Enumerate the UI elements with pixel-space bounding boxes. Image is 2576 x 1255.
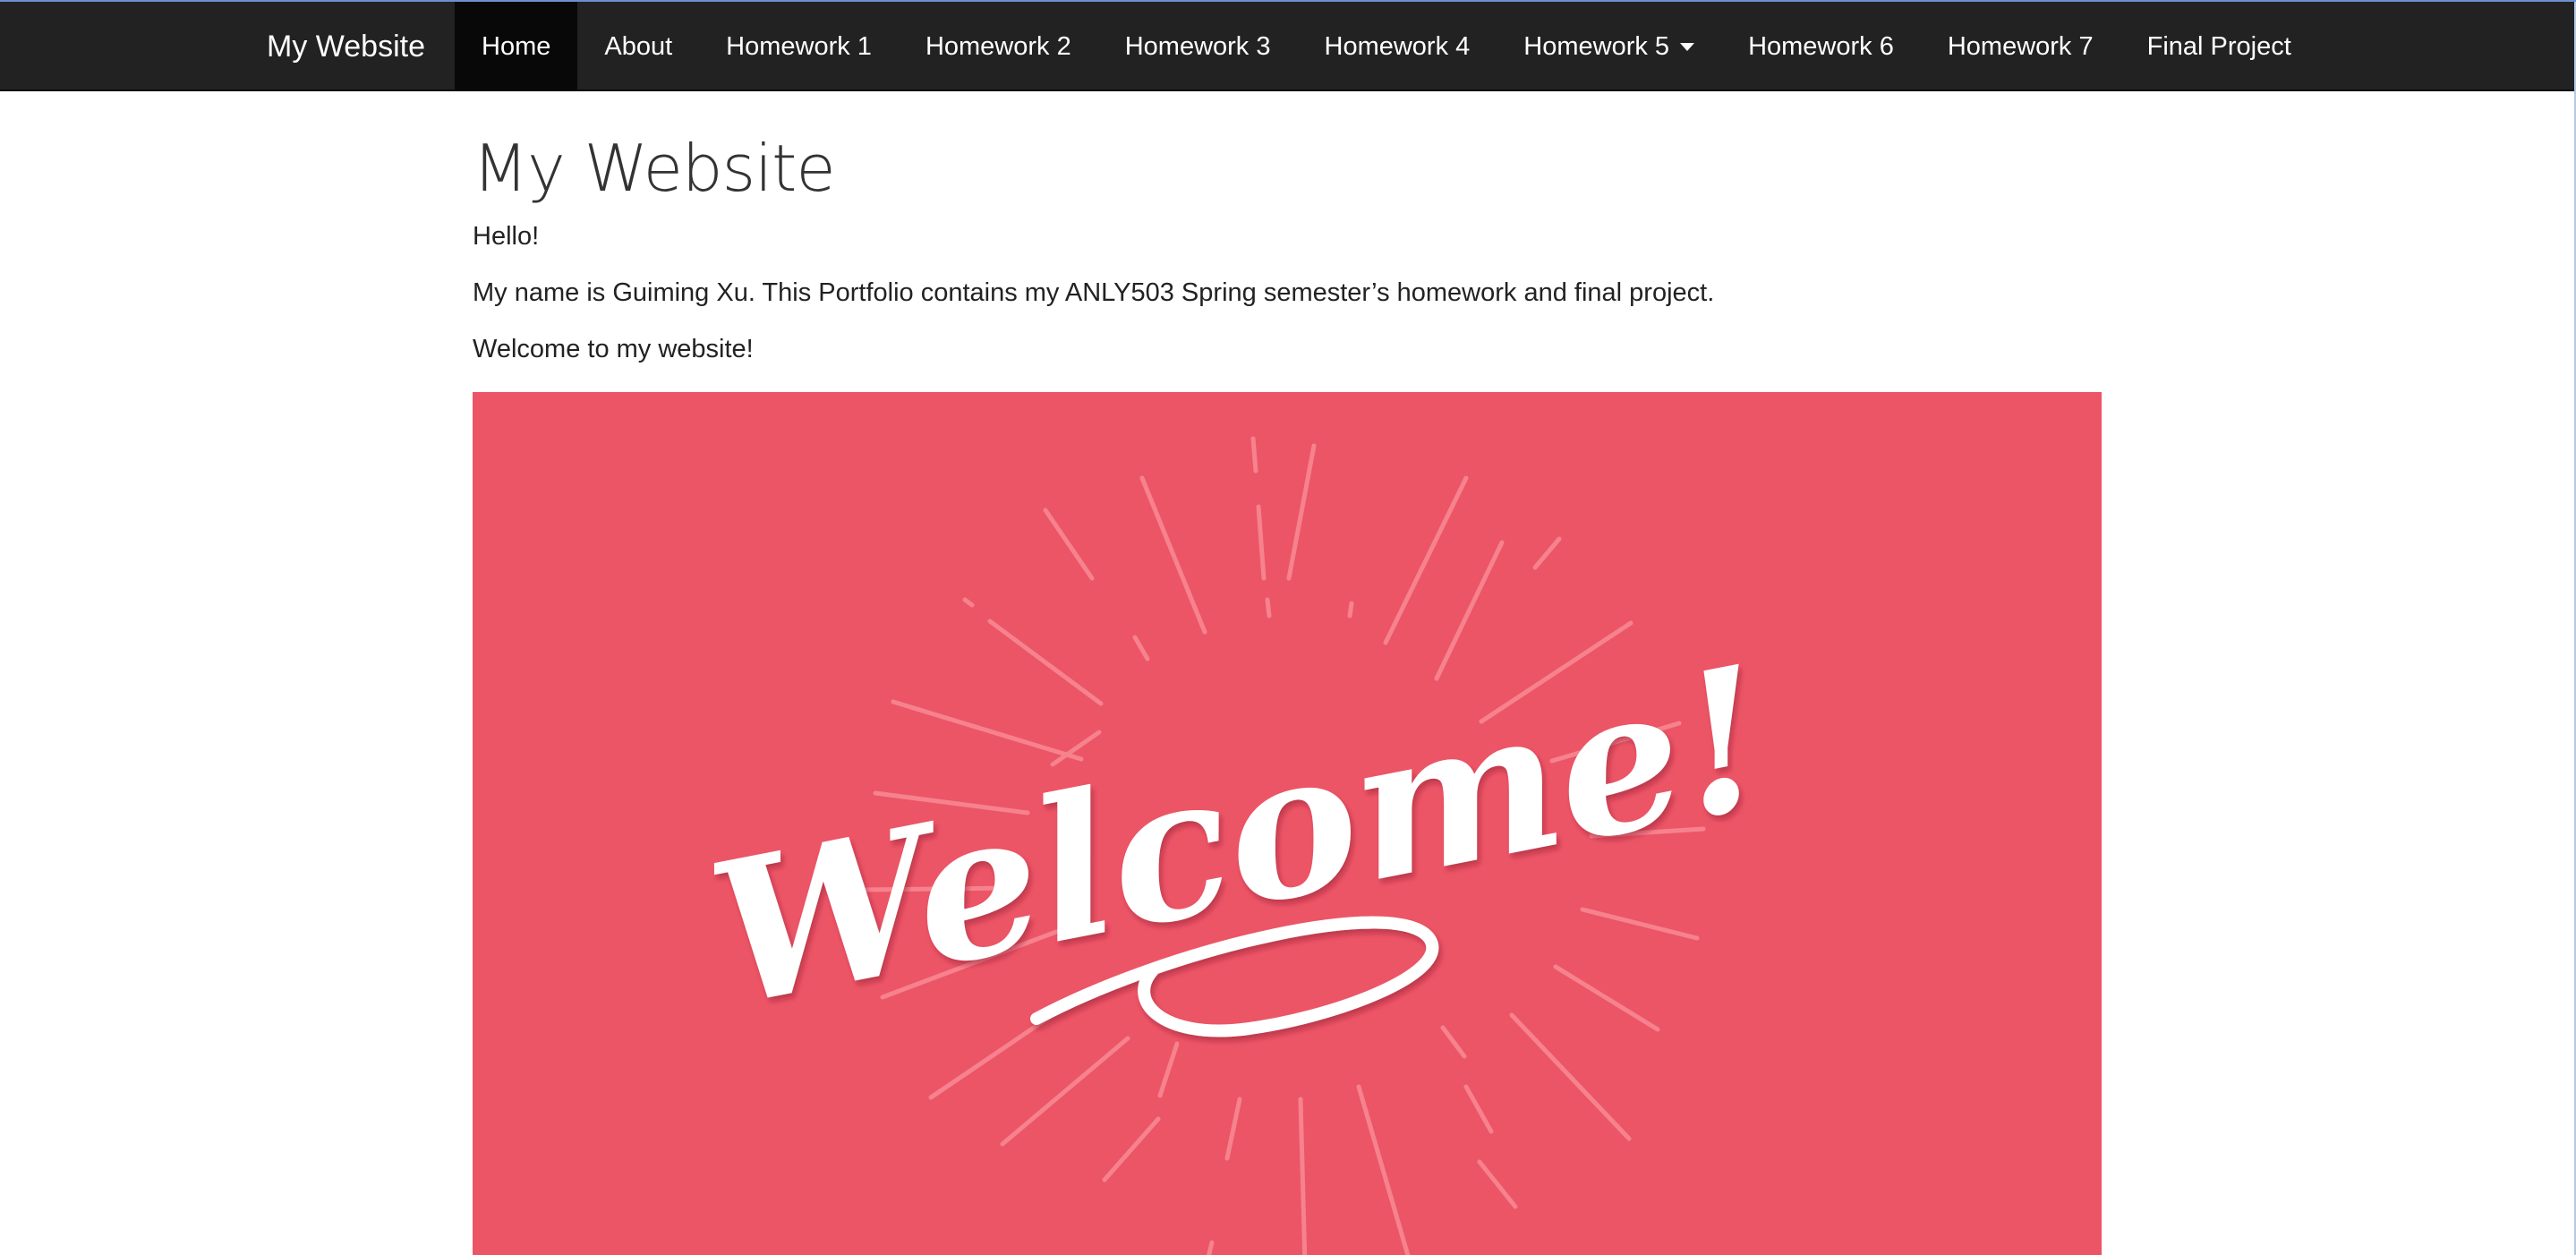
- caret-down-icon: [1680, 42, 1695, 51]
- nav-item-label: Homework 4: [1324, 31, 1471, 61]
- nav-item-homework-7[interactable]: Homework 7: [1921, 2, 2120, 91]
- nav-items: Home About Homework 1 Homework 2 Homewor…: [455, 2, 2318, 91]
- nav-item-homework-4[interactable]: Homework 4: [1298, 2, 1497, 91]
- welcome-banner-image: Welcome!: [473, 392, 2102, 1255]
- intro-text: My name is Guiming Xu. This Portfolio co…: [473, 278, 1715, 307]
- nav-item-label: Home: [482, 31, 551, 61]
- greeting-text: Hello!: [473, 222, 540, 251]
- nav-item-homework-5-dropdown[interactable]: Homework 5: [1497, 2, 1721, 91]
- welcome-banner-graphic: Welcome!: [695, 436, 1786, 1255]
- welcome-banner-text: Welcome!: [695, 622, 1786, 1051]
- page-title: My Website: [473, 131, 836, 206]
- nav-item-home[interactable]: Home: [455, 2, 578, 91]
- welcome-script: Welcome!: [695, 622, 1786, 1051]
- nav-item-label: Homework 7: [1947, 31, 2094, 61]
- nav-item-homework-3[interactable]: Homework 3: [1098, 2, 1298, 91]
- nav-item-label: Homework 2: [925, 31, 1071, 61]
- nav-item-label: About: [604, 31, 673, 61]
- nav-item-label: Homework 3: [1124, 31, 1271, 61]
- page: My Website Home About Homework 1 Homewor…: [0, 0, 2576, 1255]
- nav-item-about[interactable]: About: [577, 2, 699, 91]
- nav-item-homework-2[interactable]: Homework 2: [899, 2, 1098, 91]
- navbar: My Website Home About Homework 1 Homewor…: [0, 2, 2576, 91]
- nav-item-label: Homework 5: [1523, 31, 1670, 61]
- brand-link[interactable]: My Website: [267, 2, 425, 91]
- nav-item-homework-1[interactable]: Homework 1: [699, 2, 899, 91]
- nav-item-label: Homework 6: [1748, 31, 1894, 61]
- nav-item-label: Homework 1: [726, 31, 872, 61]
- main-content: My Website Hello! My name is Guiming Xu.…: [473, 91, 2102, 1255]
- nav-item-homework-6[interactable]: Homework 6: [1721, 2, 1921, 91]
- nav-item-final-project[interactable]: Final Project: [2120, 2, 2318, 91]
- welcome-text: Welcome to my website!: [473, 335, 754, 363]
- nav-item-label: Final Project: [2146, 31, 2291, 61]
